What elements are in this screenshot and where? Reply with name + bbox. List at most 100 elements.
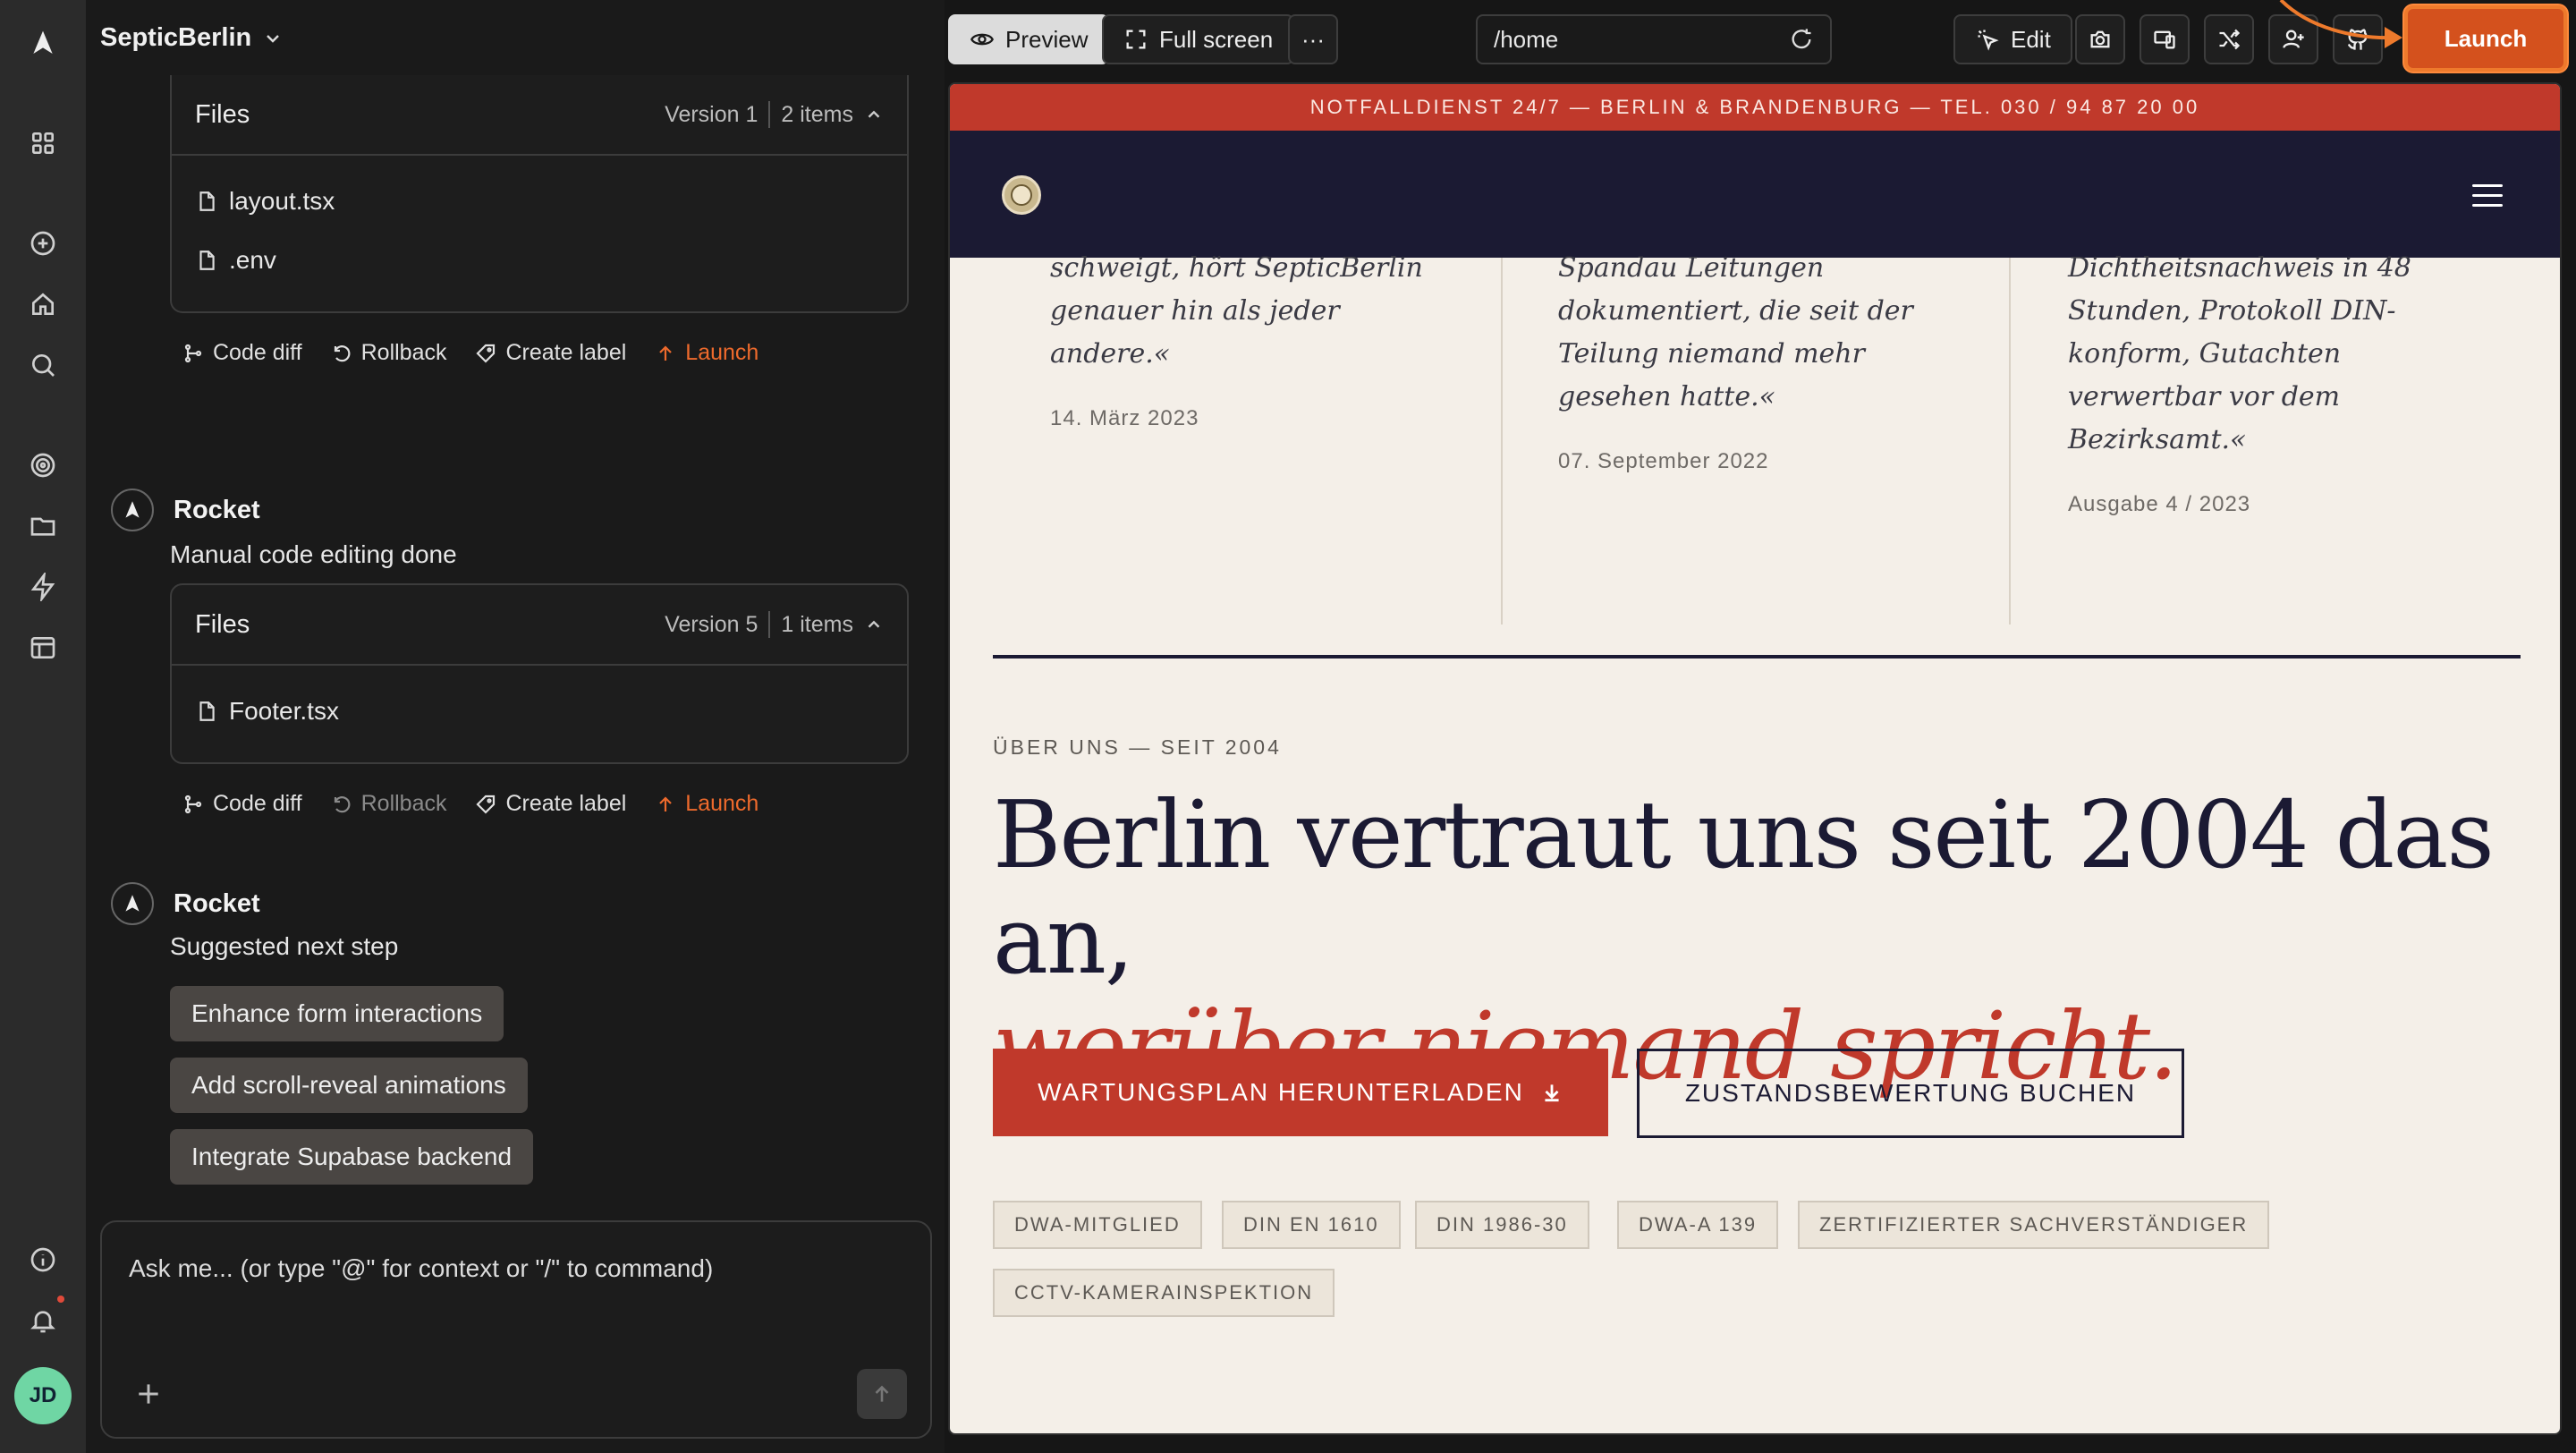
launch-button[interactable]: Launch [2404, 5, 2567, 72]
rocket-avatar-icon [111, 489, 154, 531]
file-item[interactable]: layout.tsx [172, 172, 907, 231]
shuffle-icon [2219, 29, 2241, 50]
message-actions-v1: Code diff Rollback Create label Launch [182, 340, 758, 366]
files-card-v5: Files Version 5 1 items Footer.tsx [170, 583, 909, 764]
testimonial-date: Ausgabe 4 / 2023 [2068, 492, 2251, 516]
suggestion-chip[interactable]: Enhance form interactions [170, 986, 504, 1041]
rollback-button[interactable]: Rollback [331, 340, 446, 366]
rocket-logo-icon[interactable] [21, 21, 64, 64]
chevron-down-icon [267, 34, 280, 43]
chevron-up-icon[interactable] [864, 105, 884, 124]
testimonial-quote: schweigt, hört SepticBerlin genauer hin … [1050, 252, 1423, 370]
full-screen-button[interactable]: Full screen [1102, 14, 1295, 64]
info-icon[interactable] [21, 1238, 64, 1281]
camera-icon [2090, 30, 2110, 48]
version-label: Version 1 [665, 101, 758, 127]
author-name: Rocket [174, 495, 260, 524]
composer-placeholder[interactable]: Ask me... (or type "@" for context or "/… [129, 1254, 713, 1283]
new-project-icon[interactable] [21, 222, 64, 265]
section-divider [993, 655, 2521, 659]
testimonial-quote: Dichtheitsnachweis in 48 Stunden, Protok… [2068, 252, 2411, 455]
arrow-up-icon [659, 795, 673, 811]
certification-tag: ZERTIFIZIERTER SACHVERSTÄNDIGER [1798, 1201, 2270, 1249]
cursor-click-icon [1978, 30, 1999, 51]
edit-button[interactable]: Edit [1953, 14, 2072, 64]
site-navbar [950, 131, 2560, 258]
eye-icon [970, 33, 994, 46]
site-logo-seal-icon[interactable] [1002, 175, 1041, 215]
testimonial: Dichtheitsnachweis in 48 Stunden, Protok… [2068, 252, 2488, 517]
devices-icon [2154, 30, 2175, 49]
item-count: 2 items [781, 101, 853, 127]
preview-button[interactable]: Preview [948, 14, 1110, 64]
version-label: Version 5 [665, 611, 758, 637]
bell-icon[interactable] [21, 1299, 64, 1342]
device-toggle-button[interactable] [2140, 14, 2190, 64]
more-options-button[interactable]: ··· [1288, 14, 1338, 64]
suggestion-chip[interactable]: Add scroll-reveal animations [170, 1058, 528, 1113]
headline-line-1: Berlin vertraut uns seit 2004 das an, [993, 780, 2495, 995]
url-bar[interactable]: /home [1476, 14, 1832, 64]
send-button[interactable] [857, 1369, 907, 1419]
create-label-button[interactable]: Create label [475, 340, 626, 366]
project-name: SepticBerlin [100, 23, 252, 52]
certification-tag: CCTV-KAMERAINSPEKTION [993, 1269, 1335, 1317]
file-item[interactable]: Footer.tsx [172, 682, 907, 741]
message-text: Suggested next step [170, 932, 399, 960]
testimonial-quote: Spandau Leitungen dokumentiert, die seit… [1558, 252, 1913, 412]
code-diff-button[interactable]: Code diff [182, 791, 302, 817]
hamburger-menu-icon[interactable] [2472, 184, 2503, 208]
files-card-v1: Files Version 1 2 items layout.tsx .env [170, 75, 909, 313]
tag-icon [476, 794, 496, 814]
target-icon[interactable] [21, 444, 64, 487]
certification-tag: DIN EN 1610 [1222, 1201, 1401, 1249]
chat-panel: SepticBerlin Files Version 1 2 items lay… [86, 0, 945, 1453]
testimonial: Spandau Leitungen dokumentiert, die seit… [1558, 252, 1952, 474]
create-label-button[interactable]: Create label [475, 791, 626, 817]
message-header: Rocket [111, 489, 260, 531]
folder-icon[interactable] [21, 505, 64, 548]
plus-icon [139, 1384, 158, 1404]
file-icon [199, 251, 215, 270]
book-assessment-button[interactable]: ZUSTANDSBEWERTUNG BUCHEN [1637, 1049, 2184, 1138]
rollback-button[interactable]: Rollback [331, 791, 446, 817]
shuffle-button[interactable] [2204, 14, 2254, 64]
url-text[interactable]: /home [1494, 26, 1558, 54]
tag-icon [476, 344, 496, 363]
file-name: Footer.tsx [229, 697, 339, 725]
file-item[interactable]: .env [172, 231, 907, 290]
project-switcher[interactable]: SepticBerlin [100, 23, 284, 53]
code-diff-button[interactable]: Code diff [182, 340, 302, 366]
search-icon[interactable] [21, 344, 64, 387]
testimonial-row: schweigt, hört SepticBerlin genauer hin … [950, 252, 2560, 625]
files-card-header[interactable]: Files Version 5 1 items [172, 585, 907, 666]
expand-icon [1126, 30, 1146, 49]
section-kicker: ÜBER UNS — SEIT 2004 [993, 735, 1282, 759]
chevron-up-icon[interactable] [864, 615, 884, 634]
launch-link[interactable]: Launch [655, 340, 758, 366]
user-avatar[interactable]: JD [14, 1367, 72, 1424]
add-attachment-button[interactable] [134, 1380, 163, 1408]
layout-icon[interactable] [21, 626, 64, 669]
refresh-icon[interactable] [1789, 27, 1814, 52]
lightning-icon[interactable] [21, 565, 64, 608]
undo-icon [334, 795, 351, 812]
rocket-avatar-icon [111, 882, 154, 925]
files-title: Files [195, 99, 250, 129]
screenshot-button[interactable] [2075, 14, 2125, 64]
suggestion-chip[interactable]: Integrate Supabase backend [170, 1129, 534, 1185]
launch-link[interactable]: Launch [655, 791, 758, 817]
home-icon[interactable] [21, 283, 64, 326]
message-actions-v5: Code diff Rollback Create label Launch [182, 791, 758, 817]
download-maintenance-plan-button[interactable]: WARTUNGSPLAN HERUNTERLADEN [993, 1049, 1608, 1136]
download-icon [1545, 1084, 1559, 1102]
git-branch-icon [184, 794, 202, 813]
message-header: Rocket [111, 882, 260, 925]
site-preview: NOTFALLDIENST 24/7 — BERLIN & BRANDENBUR… [948, 82, 2562, 1435]
files-title: Files [195, 609, 250, 639]
undo-icon [334, 344, 351, 361]
chat-composer[interactable]: Ask me... (or type "@" for context or "/… [100, 1220, 932, 1439]
apps-grid-icon[interactable] [21, 122, 64, 165]
author-name: Rocket [174, 888, 260, 918]
files-card-header[interactable]: Files Version 1 2 items [172, 75, 907, 156]
